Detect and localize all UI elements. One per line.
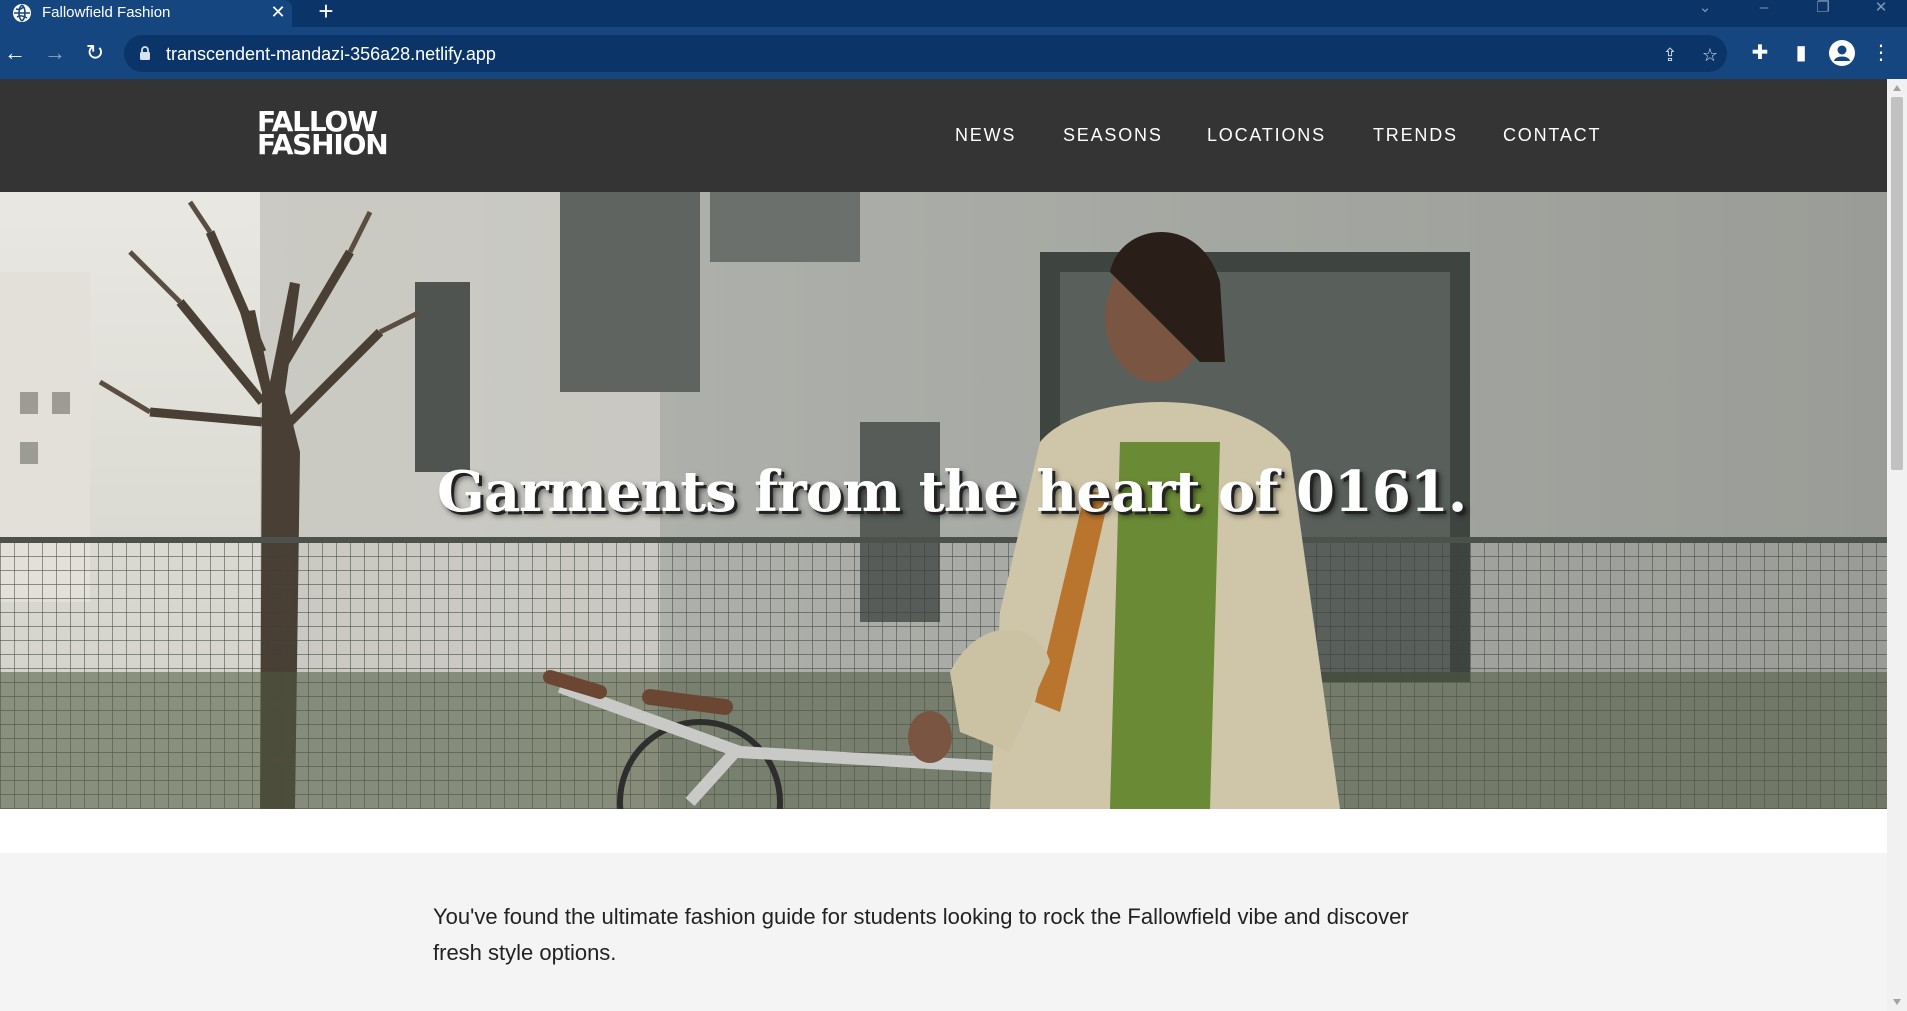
nav-locations[interactable]: LOCATIONS xyxy=(1207,125,1326,146)
page-viewport: FALLOW FASHION NEWS SEASONS LOCATIONS TR… xyxy=(0,79,1887,1011)
hero-banner: Garments from the heart of 0161. xyxy=(0,192,1887,809)
intro-text: You've found the ultimate fashion guide … xyxy=(433,899,1433,971)
scrollbar-thumb[interactable] xyxy=(1891,97,1903,470)
intro-paragraph: You've found the ultimate fashion guide … xyxy=(433,904,1409,965)
scroll-down-arrow-icon[interactable] xyxy=(1893,999,1901,1005)
site-header: FALLOW FASHION NEWS SEASONS LOCATIONS TR… xyxy=(0,79,1887,192)
reload-icon[interactable]: ↻ xyxy=(82,40,108,66)
extensions-icon[interactable]: ✚ xyxy=(1747,40,1773,66)
browser-tab-strip: Fallowfield Fashion ✕ + ⌄ – ❐ ✕ xyxy=(0,0,1907,27)
scroll-up-arrow-icon[interactable] xyxy=(1893,85,1901,91)
new-tab-button[interactable]: + xyxy=(313,0,339,26)
site-logo[interactable]: FALLOW FASHION xyxy=(257,108,389,161)
browser-toolbar: ← → ↻ transcendent-mandazi-356a28.netlif… xyxy=(0,27,1907,79)
tab-search-icon[interactable]: ⌄ xyxy=(1690,0,1720,20)
page-scrollbar[interactable] xyxy=(1887,79,1907,1011)
restore-icon[interactable]: ❐ xyxy=(1808,0,1838,20)
forward-icon[interactable]: → xyxy=(42,40,68,66)
bookmark-star-icon[interactable]: ☆ xyxy=(1699,44,1721,66)
globe-icon xyxy=(13,4,31,22)
profile-avatar-icon[interactable] xyxy=(1829,40,1855,66)
share-icon[interactable]: ⇪ xyxy=(1659,44,1681,66)
tab-title: Fallowfield Fashion xyxy=(42,4,171,21)
hero-headline: Garments from the heart of 0161. xyxy=(437,459,1467,525)
browser-tab[interactable]: Fallowfield Fashion ✕ xyxy=(0,0,292,27)
address-bar[interactable]: transcendent-mandazi-356a28.netlify.app … xyxy=(124,35,1727,72)
nav-trends[interactable]: TRENDS xyxy=(1373,125,1458,146)
lock-icon xyxy=(139,46,151,61)
back-icon[interactable]: ← xyxy=(2,40,28,66)
menu-kebab-icon[interactable]: ⋮ xyxy=(1868,40,1894,66)
url-text: transcendent-mandazi-356a28.netlify.app xyxy=(166,44,496,64)
intro-section: You've found the ultimate fashion guide … xyxy=(0,853,1887,1011)
logo-line-2: FASHION xyxy=(257,128,389,161)
close-tab-icon[interactable]: ✕ xyxy=(268,2,288,22)
side-panel-icon[interactable]: ▮ xyxy=(1788,40,1814,66)
nav-seasons[interactable]: SEASONS xyxy=(1063,125,1163,146)
nav-news[interactable]: NEWS xyxy=(955,125,1016,146)
window-close-icon[interactable]: ✕ xyxy=(1866,0,1896,20)
nav-contact[interactable]: CONTACT xyxy=(1503,125,1601,146)
minimize-icon[interactable]: – xyxy=(1749,0,1779,20)
